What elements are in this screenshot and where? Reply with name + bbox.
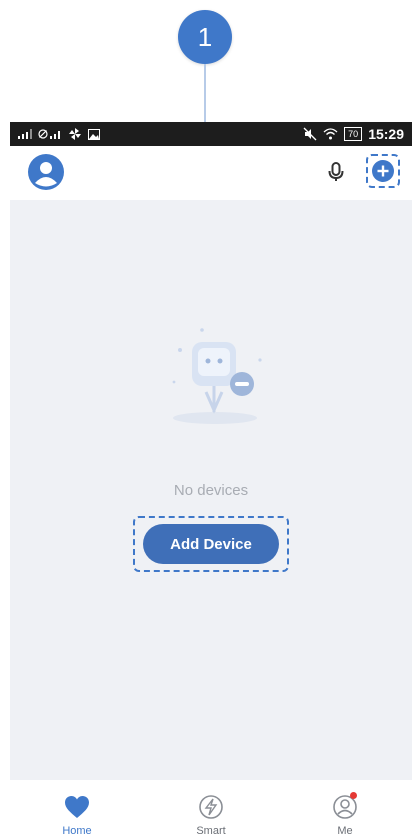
tab-me-label: Me <box>337 825 353 837</box>
notification-badge <box>350 792 357 799</box>
add-icon <box>372 160 394 182</box>
add-device-highlight: Add Device <box>133 516 289 572</box>
wifi-icon <box>323 128 338 140</box>
tab-me[interactable]: Me <box>278 780 412 839</box>
pinwheel-icon <box>69 128 81 140</box>
app-header <box>10 146 412 200</box>
lightning-icon <box>199 795 223 819</box>
empty-state-text: No devices <box>173 482 249 499</box>
battery-indicator: 70 <box>344 127 363 141</box>
screen: 1 70 15:29 No devices Add Device Home Sm… <box>0 0 412 839</box>
heart-home-icon <box>65 796 89 818</box>
callout-marker: 1 <box>178 10 232 64</box>
status-bar: 70 15:29 <box>10 122 412 146</box>
status-time: 15:29 <box>368 126 404 142</box>
add-device-button[interactable]: Add Device <box>143 524 279 564</box>
tab-smart[interactable]: Smart <box>144 780 278 839</box>
tab-home[interactable]: Home <box>10 780 144 839</box>
status-bar-right: 70 15:29 <box>303 126 404 142</box>
tab-home-label: Home <box>62 825 92 837</box>
add-button[interactable] <box>366 154 400 188</box>
me-icon-wrap <box>330 792 360 822</box>
tab-smart-label: Smart <box>196 825 226 837</box>
signal-icon <box>18 129 32 139</box>
mute-icon <box>303 127 317 141</box>
microphone-icon[interactable] <box>324 160 348 184</box>
status-bar-left <box>18 127 100 141</box>
device-list-area: No devices Add Device <box>10 200 412 780</box>
callout-line <box>204 64 206 122</box>
bottom-nav: Home Smart Me <box>10 780 412 839</box>
avatar-icon[interactable] <box>28 154 64 190</box>
callout-number: 1 <box>197 21 213 52</box>
no-sim-signal-icon <box>38 129 60 139</box>
empty-devices-illustration <box>172 328 262 424</box>
image-notification-icon <box>88 128 100 140</box>
